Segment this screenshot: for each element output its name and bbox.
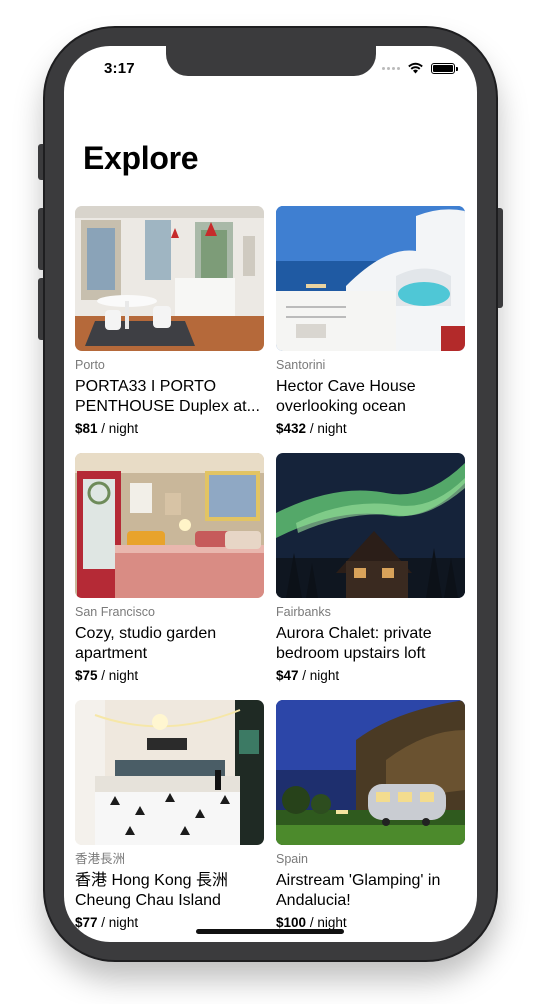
status-icons <box>382 62 458 74</box>
battery-icon <box>431 62 458 74</box>
listing-photo <box>276 453 465 598</box>
listing-price: $47 / night <box>276 667 465 685</box>
price-unit: / night <box>302 668 340 683</box>
listing-city: Spain <box>276 852 308 866</box>
listing-name: Airstream 'Glamping' in Andalucia! <box>276 872 441 909</box>
listing-card[interactable]: Santorini Hector Cave House overlooking … <box>276 206 465 438</box>
listing-photo <box>276 700 465 845</box>
listing-photo <box>276 206 465 351</box>
screen: 3:17 Explore Porto PORTA33 I PORTO PENTH… <box>64 46 477 942</box>
listing-name: Aurora Chalet: private bedroom upstairs … <box>276 625 432 662</box>
price-unit: / night <box>101 915 139 930</box>
cellular-signal-icon <box>382 66 400 70</box>
listing-photo <box>75 700 264 845</box>
price-unit: / night <box>101 421 139 436</box>
price-amount: $100 <box>276 915 307 930</box>
listing-price: $75 / night <box>75 667 264 685</box>
price-unit: / night <box>309 915 347 930</box>
notch <box>166 46 376 76</box>
price-amount: $77 <box>75 915 98 930</box>
listing-photo <box>75 206 264 351</box>
listing-city: Santorini <box>276 358 326 372</box>
listing-city: 香港長洲 <box>75 852 126 866</box>
listing-card[interactable]: Spain Airstream 'Glamping' in Andalucia!… <box>276 700 465 932</box>
listing-card[interactable]: 香港長洲 香港 Hong Kong 長洲 Cheung Chau Island … <box>75 700 264 932</box>
price-amount: $432 <box>276 421 307 436</box>
listing-city: Fairbanks <box>276 605 331 619</box>
listing-name: Hector Cave House overlooking ocean <box>276 378 416 415</box>
page-title: Explore <box>83 140 199 176</box>
status-time: 3:17 <box>104 60 135 77</box>
listing-card[interactable]: Fairbanks Aurora Chalet: private bedroom… <box>276 453 465 685</box>
listing-card[interactable]: San Francisco Cozy, studio garden apartm… <box>75 453 264 685</box>
listing-photo <box>75 453 264 598</box>
price-unit: / night <box>101 668 139 683</box>
home-indicator[interactable] <box>196 929 344 934</box>
price-unit: / night <box>309 421 347 436</box>
listing-price: $81 / night <box>75 420 264 438</box>
listing-city: Porto <box>75 358 105 372</box>
listing-card[interactable]: Porto PORTA33 I PORTO PENTHOUSE Duplex a… <box>75 206 264 438</box>
price-amount: $75 <box>75 668 98 683</box>
listing-name: PORTA33 I PORTO PENTHOUSE Duplex at... <box>75 378 260 415</box>
price-amount: $81 <box>75 421 98 436</box>
wifi-icon <box>408 62 423 74</box>
price-amount: $47 <box>276 668 299 683</box>
listing-city: San Francisco <box>75 605 155 619</box>
listing-name: 香港 Hong Kong 長洲 Cheung Chau Island <box>75 872 228 909</box>
listing-price: $432 / night <box>276 420 465 438</box>
listing-name: Cozy, studio garden apartment <box>75 625 217 662</box>
